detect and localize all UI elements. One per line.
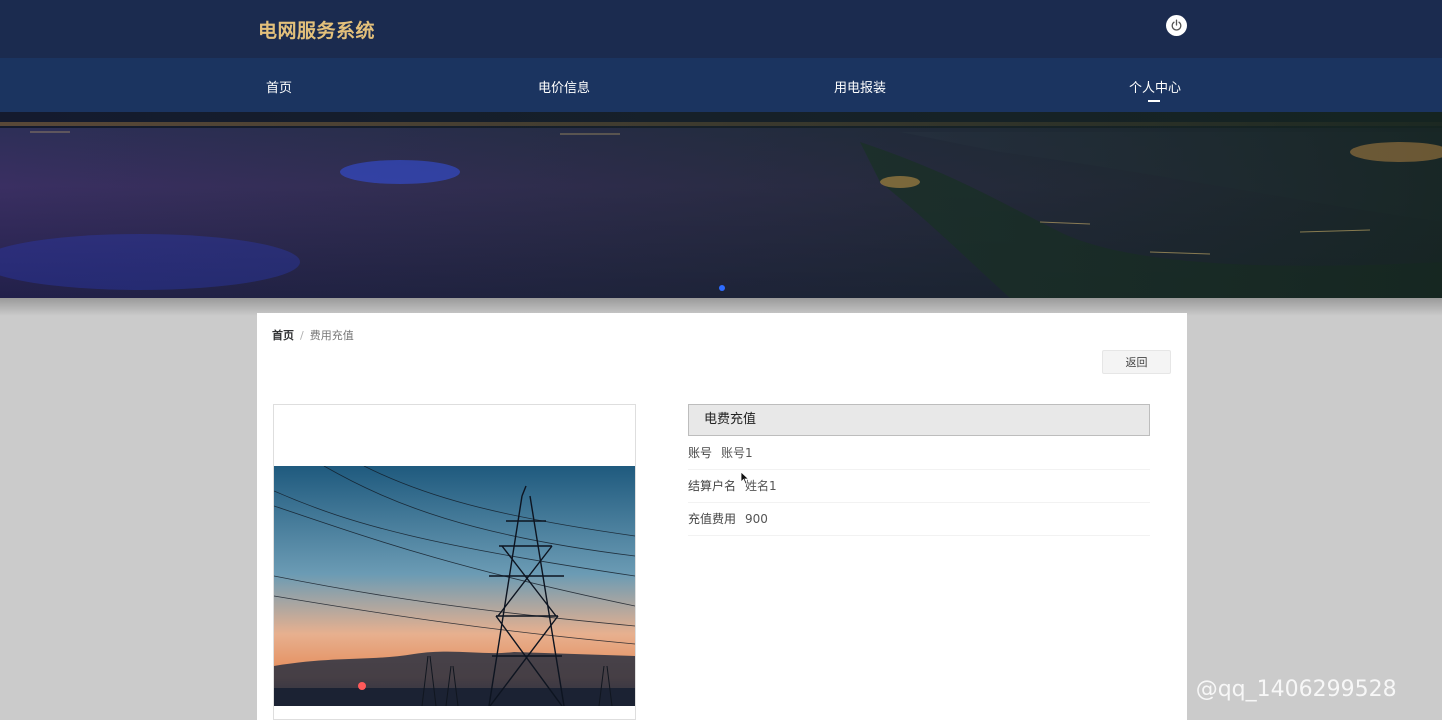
- field-value: 900: [745, 512, 768, 526]
- power-icon: [1171, 19, 1182, 31]
- logout-button[interactable]: [1166, 15, 1187, 36]
- mouse-cursor-icon: [740, 471, 750, 485]
- field-row-account: 账号 账号1: [688, 437, 1150, 470]
- field-label: 账号: [688, 446, 713, 460]
- breadcrumb-separator: /: [300, 329, 304, 342]
- field-row-recharge-amount: 充值费用 900: [688, 503, 1150, 536]
- nav-item-price-info[interactable]: 电价信息: [538, 77, 590, 96]
- nav-active-indicator: [1148, 100, 1160, 102]
- power-tower-sunset-image: [274, 466, 635, 706]
- breadcrumb: 首页 / 费用充值: [272, 327, 354, 343]
- carousel-dot-active[interactable]: [719, 285, 725, 291]
- breadcrumb-home[interactable]: 首页: [272, 329, 294, 342]
- site-title: 电网服务系统: [258, 20, 376, 42]
- breadcrumb-current: 费用充值: [309, 329, 354, 342]
- field-value: 账号1: [721, 446, 753, 460]
- nav-item-installation[interactable]: 用电报装: [834, 77, 886, 96]
- main-nav: 首页 电价信息 用电报装 个人中心: [0, 58, 1442, 112]
- field-label: 结算户名: [688, 479, 737, 493]
- content-panel: 首页 / 费用充值 返回 电费充值 账号 账号1 结算户名 姓名1 充值费用 9…: [257, 313, 1187, 720]
- field-row-account-name: 结算户名 姓名1: [688, 470, 1150, 503]
- field-label: 充值费用: [688, 512, 737, 526]
- nav-item-home[interactable]: 首页: [266, 77, 292, 96]
- back-button[interactable]: 返回: [1102, 350, 1171, 374]
- nav-item-personal-center[interactable]: 个人中心: [1129, 77, 1181, 96]
- watermark-text: CSDN @qq_1406299528: [1126, 677, 1397, 702]
- image-card: [273, 404, 636, 720]
- section-title: 电费充值: [688, 404, 1150, 436]
- top-header: 电网服务系统: [0, 0, 1442, 58]
- night-riverside-city-image: [0, 112, 1442, 298]
- banner-carousel[interactable]: [0, 112, 1442, 298]
